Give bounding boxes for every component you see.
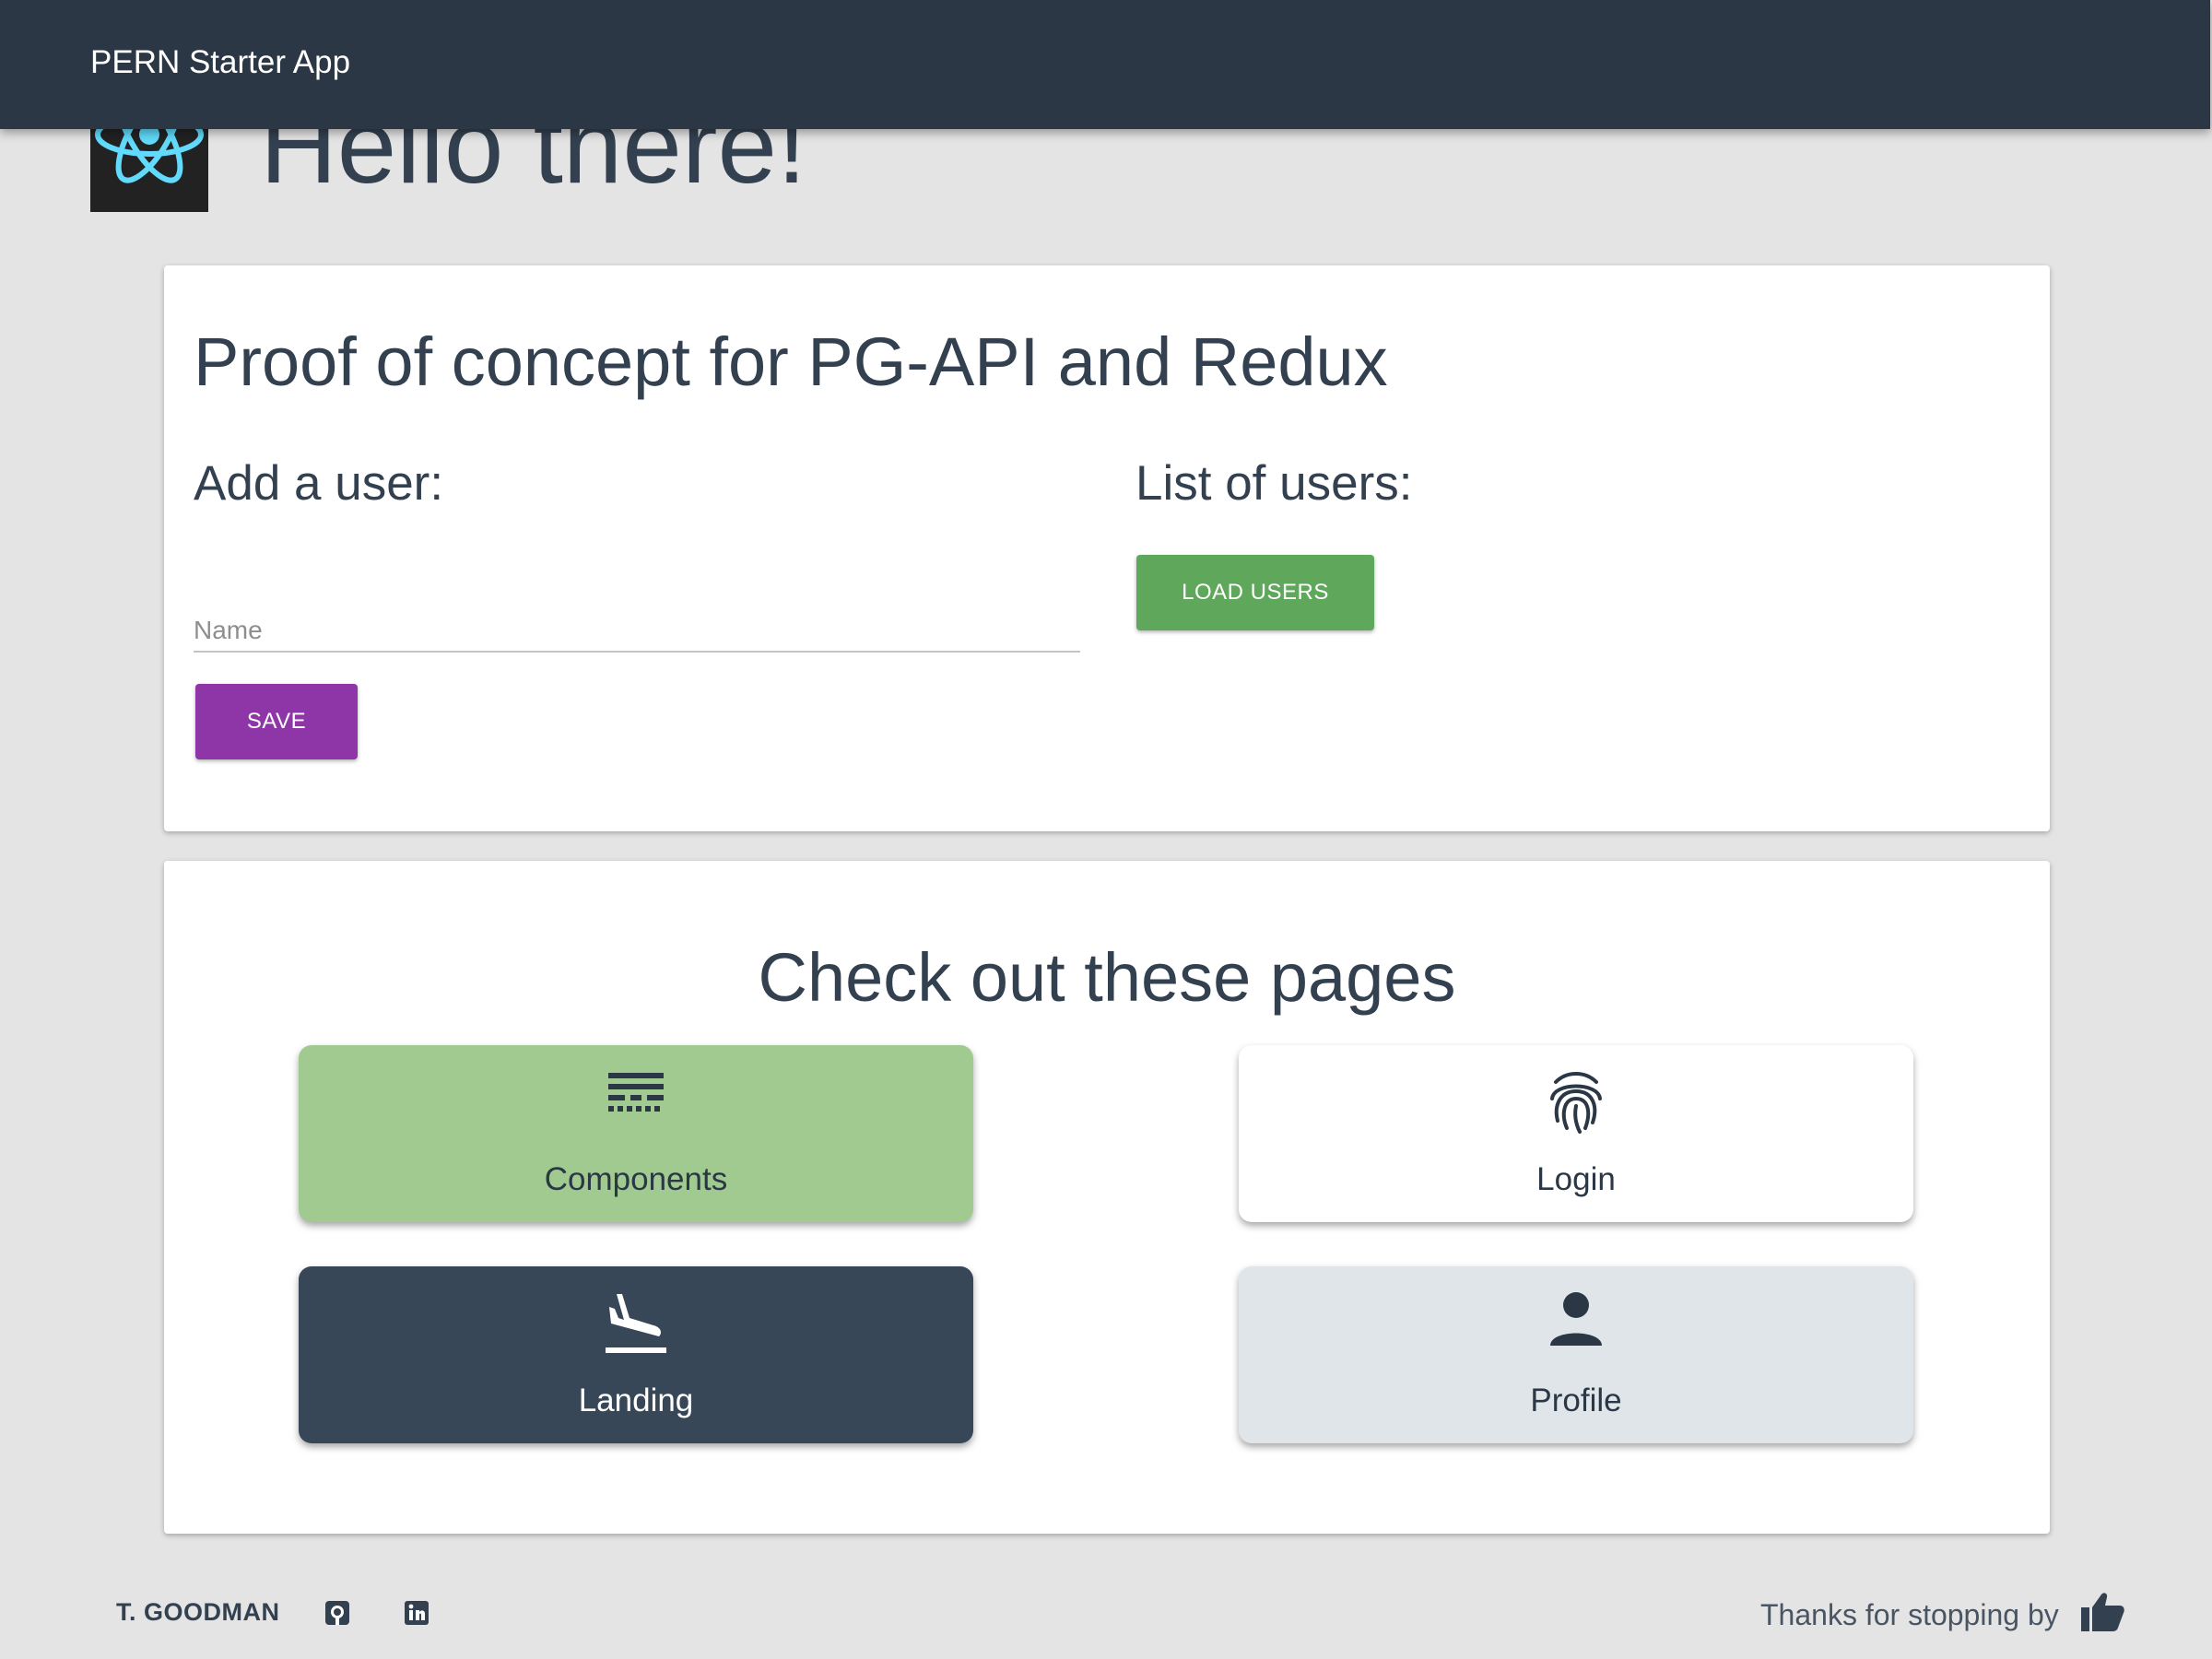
fingerprint-icon <box>1239 1069 1913 1135</box>
login-label: Login <box>1536 1161 1616 1197</box>
profile-tile[interactable]: Profile <box>1239 1266 1913 1443</box>
flight-land-icon <box>299 1290 973 1357</box>
poc-title: Proof of concept for PG-API and Redux <box>194 324 1388 400</box>
person-icon <box>1239 1290 1913 1357</box>
landing-tile[interactable]: Landing <box>299 1266 973 1443</box>
load-users-button[interactable]: LOAD USERS <box>1136 555 1374 630</box>
components-tile[interactable]: Components <box>299 1045 973 1222</box>
poc-card: Proof of concept for PG-API and Redux Ad… <box>164 265 2050 831</box>
page: PERN Starter App Hello there! Proof of c… <box>0 0 2212 1659</box>
profile-label: Profile <box>1530 1382 1622 1418</box>
save-button[interactable]: SAVE <box>195 684 358 759</box>
components-icon <box>299 1069 973 1135</box>
github-icon[interactable] <box>324 1600 350 1626</box>
footer-thanks: Thanks for stopping by <box>1760 1598 2059 1631</box>
pages-card: Check out these pages Components Login L… <box>164 861 2050 1534</box>
name-input[interactable] <box>194 588 1080 653</box>
app-bar: PERN Starter App <box>0 0 2210 129</box>
components-label: Components <box>544 1161 728 1197</box>
app-title[interactable]: PERN Starter App <box>90 44 350 81</box>
linkedin-icon[interactable] <box>404 1600 429 1626</box>
add-user-heading: Add a user: <box>194 456 444 511</box>
login-tile[interactable]: Login <box>1239 1045 1913 1222</box>
footer-author: T. GOODMAN <box>116 1598 280 1626</box>
list-users-heading: List of users: <box>1135 456 1413 511</box>
landing-label: Landing <box>578 1382 694 1418</box>
thumbs-up-icon <box>2079 1589 2125 1635</box>
pages-title: Check out these pages <box>758 939 1456 1016</box>
